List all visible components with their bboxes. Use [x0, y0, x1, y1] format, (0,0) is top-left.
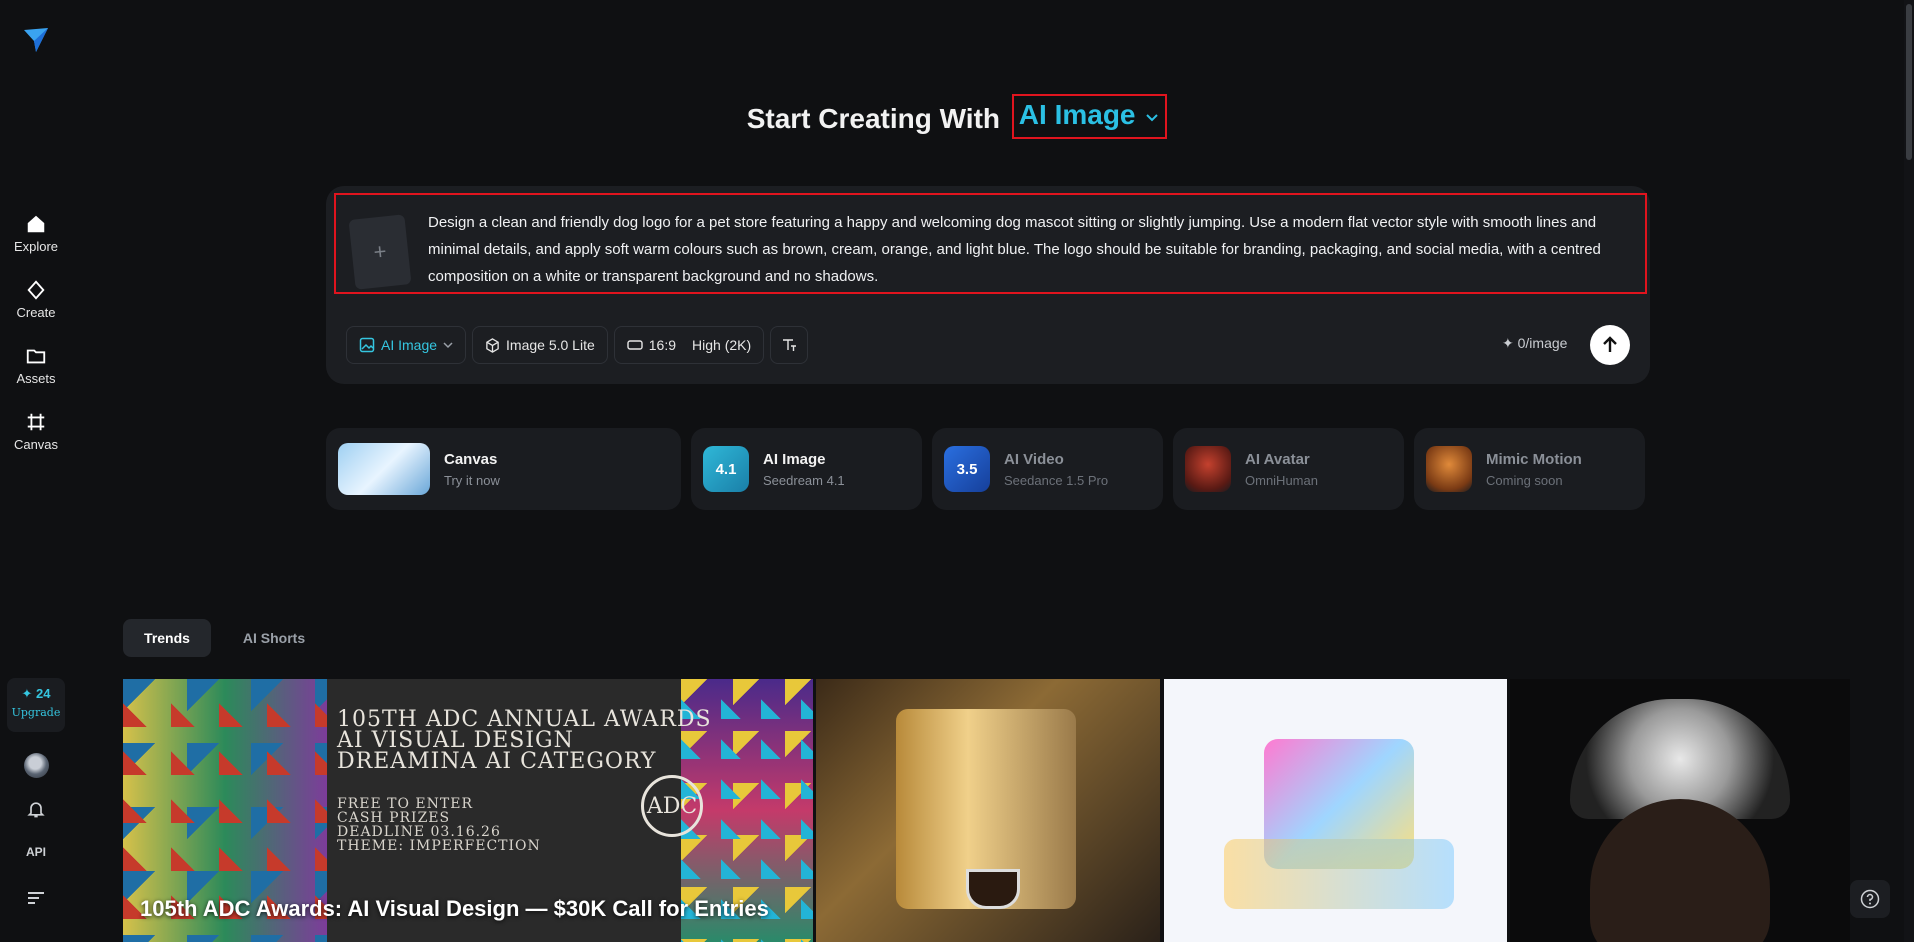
diamond-icon	[27, 280, 45, 300]
card-subtitle: Coming soon	[1486, 472, 1563, 488]
sidebar-item-explore[interactable]: Explore	[0, 213, 72, 254]
card-ai-avatar[interactable]: AI Avatar OmniHuman	[1173, 428, 1404, 510]
avatar[interactable]	[24, 753, 49, 778]
seedream-version: 4.1	[715, 460, 737, 478]
scrollbar-thumb[interactable]	[1906, 4, 1912, 160]
menu-icon[interactable]	[27, 890, 45, 906]
card-title: AI Image	[763, 450, 826, 468]
cube-icon	[486, 337, 499, 353]
help-button[interactable]	[1850, 880, 1890, 918]
cost-per-image: ✦ 0/image	[1502, 335, 1568, 351]
avatar-thumbnail	[1185, 446, 1231, 492]
help-icon	[1860, 889, 1880, 909]
title-prefix: Start Creating With	[746, 102, 1001, 134]
api-link[interactable]: API	[0, 845, 72, 859]
poster-details: FREE TO ENTER CASH PRIZES DEADLINE 03.16…	[337, 797, 541, 853]
card-ai-video[interactable]: 3.5 AI Video Seedance 1.5 Pro	[932, 428, 1163, 510]
prompt-toolbar: AI Image Image 5.0 Lite 16:9 High (2K)	[346, 326, 809, 364]
sidebar-item-label: Create	[16, 305, 56, 320]
mode-dropdown-label: AI Image	[1018, 99, 1136, 130]
coffee-cup-image	[966, 869, 1020, 909]
seedream-icon: 4.1	[703, 446, 749, 492]
app-logo-icon[interactable]	[20, 24, 52, 56]
sidebar-item-label: Canvas	[13, 437, 59, 452]
ratio-label: 16:9	[648, 337, 677, 353]
reference-upload-button[interactable]: +	[348, 214, 412, 290]
pegasus-thumbnail	[338, 443, 430, 495]
sidebar-item-assets[interactable]: Assets	[0, 345, 72, 386]
image-icon	[359, 337, 375, 353]
card-title: Canvas	[444, 450, 498, 468]
folder-icon	[26, 349, 46, 364]
canvas-icon	[27, 413, 45, 431]
prompt-input[interactable]: + Design a clean and friendly dog logo f…	[334, 193, 1647, 294]
gallery-espresso-machine[interactable]	[816, 679, 1160, 942]
portrait-face-image	[1590, 799, 1770, 942]
adc-badge: ADC	[641, 775, 703, 837]
sidebar-item-label: Assets	[16, 371, 56, 386]
credits-upgrade-button[interactable]: ✦ 24 Upgrade	[7, 678, 65, 732]
feature-cards: Canvas Try it now 4.1 AI Image Seedream …	[326, 428, 1645, 510]
poster-detail: DEADLINE 03.16.26	[337, 824, 501, 840]
chevron-down-icon	[1146, 113, 1158, 122]
card-subtitle: Seedance 1.5 Pro	[1004, 472, 1109, 488]
seedance-icon: 3.5	[944, 446, 990, 492]
poster-detail: FREE TO ENTER	[337, 796, 473, 812]
model-select-button[interactable]: Image 5.0 Lite	[472, 326, 608, 364]
poster-line: 105TH ADC ANNUAL AWARDS	[337, 707, 712, 732]
platform-image	[1224, 839, 1454, 909]
card-subtitle: Seedream 4.1	[763, 472, 845, 488]
plus-icon: +	[372, 238, 388, 265]
card-subtitle: OmniHuman	[1245, 472, 1318, 488]
text-format-icon	[783, 339, 797, 351]
upgrade-label: Upgrade	[11, 706, 61, 719]
seedance-version: 3.5	[956, 460, 978, 478]
poster-detail: CASH PRIZES	[337, 810, 451, 826]
quality-label: High (2K)	[692, 337, 752, 353]
credits-count: ✦ 24	[21, 686, 51, 701]
mode-dropdown[interactable]: AI Image	[1011, 94, 1168, 139]
gallery-silver-portrait[interactable]	[1510, 679, 1850, 942]
bell-icon[interactable]	[26, 799, 46, 819]
page-title: Start Creating With AI Image	[0, 94, 1914, 143]
prompt-text[interactable]: Design a clean and friendly dog logo for…	[428, 209, 1628, 290]
sidebar-item-canvas[interactable]: Canvas	[0, 411, 72, 452]
mimic-thumbnail	[1426, 446, 1472, 492]
tab-ai-shorts[interactable]: AI Shorts	[232, 619, 316, 657]
generate-button[interactable]	[1590, 325, 1630, 365]
arrow-up-icon	[1603, 336, 1617, 352]
mode-select-label: AI Image	[381, 337, 438, 353]
gallery-featured-adc[interactable]: 105TH ADC ANNUAL AWARDS AI VISUAL DESIGN…	[123, 679, 813, 942]
gallery-caption: 105th ADC Awards: AI Visual Design — $30…	[140, 896, 769, 921]
gallery-cloud-server[interactable]	[1164, 679, 1507, 942]
home-icon	[27, 215, 45, 233]
text-settings-button[interactable]	[770, 326, 809, 364]
card-title: AI Video	[1004, 450, 1064, 468]
card-subtitle: Try it now	[444, 472, 500, 488]
card-title: Mimic Motion	[1486, 450, 1582, 468]
card-canvas[interactable]: Canvas Try it now	[326, 428, 681, 510]
model-select-label: Image 5.0 Lite	[506, 337, 595, 353]
aspect-ratio-icon	[627, 340, 643, 350]
poster-heading: 105TH ADC ANNUAL AWARDS AI VISUAL DESIGN…	[337, 707, 712, 774]
ratio-quality-button[interactable]: 16:9 High (2K)	[613, 326, 765, 364]
mode-select-button[interactable]: AI Image	[346, 326, 467, 364]
chevron-down-icon	[443, 342, 453, 349]
sidebar-item-create[interactable]: Create	[0, 279, 72, 320]
sidebar-item-label: Explore	[13, 239, 59, 254]
card-ai-image[interactable]: 4.1 AI Image Seedream 4.1	[691, 428, 922, 510]
poster-line: DREAMINA AI CATEGORY	[337, 749, 657, 774]
tab-trends[interactable]: Trends	[123, 619, 211, 657]
card-title: AI Avatar	[1245, 450, 1310, 468]
poster-detail: THEME: IMPERFECTION	[337, 838, 541, 854]
card-mimic-motion[interactable]: Mimic Motion Coming soon	[1414, 428, 1645, 510]
poster-line: AI VISUAL DESIGN	[337, 728, 574, 753]
